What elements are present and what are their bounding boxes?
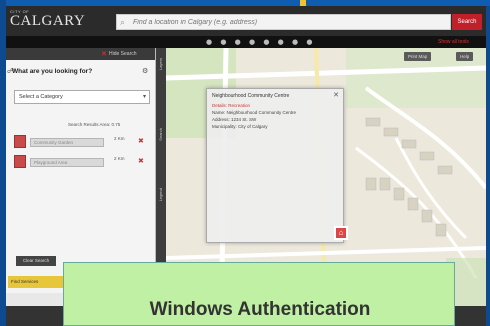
close-icon[interactable]: ✕ — [101, 50, 107, 58]
results-hint: Search Results Area: 0.75 — [68, 122, 121, 127]
hide-search-label[interactable]: Hide Search — [109, 51, 137, 57]
chevron-down-icon: ▾ — [142, 94, 146, 100]
map-marker-icon[interactable]: ⌂ — [334, 226, 348, 240]
sidebar: ✕ Hide Search ☍ What are you looking for… — [6, 48, 156, 293]
tab-legend[interactable]: Legend — [158, 188, 164, 201]
tab-search[interactable]: Search — [158, 128, 164, 141]
category-select[interactable]: Select a Category ▾ — [14, 90, 150, 104]
filter-row: Community Garden 2 Km ✖ — [14, 134, 152, 150]
search-bar[interactable]: ⌕ — [116, 14, 451, 30]
popup-detail: Details: Recreation — [212, 103, 251, 108]
category-icon — [14, 155, 26, 168]
popup-detail: Address: 1234 St. SW — [212, 117, 257, 122]
caption-text: Windows Authentication — [149, 299, 371, 320]
popup-detail: Name: Neighbourhood Community Centre — [212, 110, 297, 115]
toolbar-nav[interactable]: ● ● ● ● ● ● ● ● — [206, 38, 315, 46]
toolbar: ● ● ● ● ● ● ● ● Show all tools — [6, 36, 486, 48]
remove-icon[interactable]: ✖ — [138, 157, 144, 165]
filter-label[interactable]: Playground Area — [30, 158, 104, 167]
search-button[interactable]: Search — [452, 14, 482, 30]
search-input[interactable] — [133, 16, 443, 28]
popup-detail: Municipality: City of Calgary — [212, 124, 268, 129]
filter-distance: 2 Km — [114, 156, 125, 161]
search-question: What are you looking for? — [12, 68, 93, 75]
search-icon: ⌕ — [120, 17, 126, 27]
find-services-tab[interactable]: Find Services — [8, 276, 64, 288]
info-popup: Neighbourhood Community Centre ✕ Details… — [206, 88, 344, 243]
category-select-value: Select a Category — [19, 94, 63, 100]
remove-icon[interactable]: ✖ — [138, 137, 144, 145]
tab-layers[interactable]: Layers — [158, 58, 164, 70]
header: CITY OF CALGARY ⌕ Search — [6, 6, 486, 36]
popup-title: Neighbourhood Community Centre — [212, 93, 290, 99]
filter-distance: 2 Km — [114, 136, 125, 141]
print-map-button[interactable]: Print Map — [404, 52, 432, 61]
caption-box: Windows Authentication — [63, 262, 455, 326]
settings-icon[interactable]: ⚙ — [142, 67, 148, 75]
close-icon[interactable]: ✕ — [333, 91, 339, 99]
clear-search-button[interactable]: Clear Search — [16, 256, 56, 266]
logo[interactable]: CALGARY — [10, 13, 85, 30]
category-icon — [14, 135, 26, 148]
filter-row: Playground Area 2 Km ✖ — [14, 154, 152, 170]
filter-label[interactable]: Community Garden — [30, 138, 104, 147]
vertical-tabstrip: Layers Search Legend — [156, 48, 166, 293]
show-tools-link[interactable]: Show all tools — [438, 39, 469, 45]
sidebar-header: ✕ Hide Search — [6, 48, 155, 60]
help-button[interactable]: Help — [456, 52, 474, 61]
